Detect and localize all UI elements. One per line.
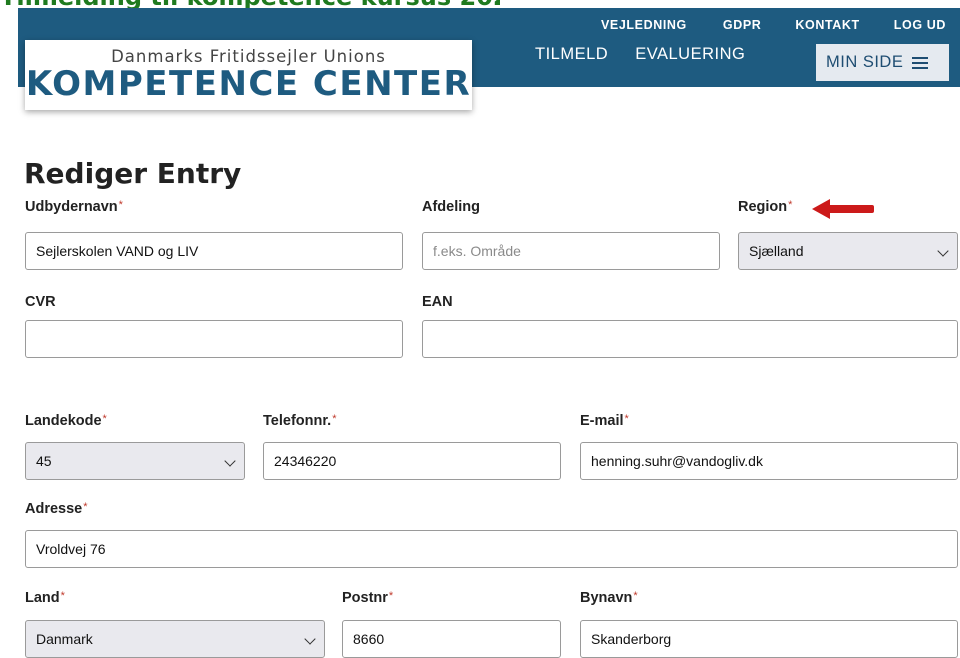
required-marker: *: [388, 590, 394, 602]
udbydernavn-label: Udbydernavn*: [25, 199, 123, 215]
logo-title: KOMPETENCE CENTER: [25, 64, 472, 104]
chevron-down-icon: [937, 245, 949, 257]
postnr-input[interactable]: 8660: [342, 620, 561, 658]
required-marker: *: [102, 413, 107, 425]
landekode-label: Landekode*: [25, 413, 107, 429]
chevron-down-icon: [304, 633, 316, 645]
email-input[interactable]: henning.suhr@vandogliv.dk: [580, 442, 958, 480]
utility-nav: VEJLEDNING GDPR KONTAKT LOG UD: [601, 18, 946, 32]
cut-off-heading: Tilmelding til kompetence kursus 2024: [0, 0, 500, 8]
region-value: Sjælland: [749, 243, 804, 259]
required-marker: *: [118, 199, 123, 211]
min-side-button[interactable]: MIN SIDE: [816, 44, 949, 81]
cvr-label: CVR: [25, 294, 56, 310]
nav-gdpr[interactable]: GDPR: [723, 18, 762, 32]
required-marker: *: [633, 590, 638, 602]
nav-kontakt[interactable]: KONTAKT: [795, 18, 859, 32]
nav-evaluering[interactable]: EVALUERING: [635, 45, 745, 64]
hamburger-menu-icon: [912, 54, 929, 72]
region-label: Region*: [738, 199, 793, 215]
landekode-value: 45: [36, 453, 52, 469]
land-label: Land*: [25, 590, 65, 606]
bynavn-input[interactable]: Skanderborg: [580, 620, 958, 658]
nav-log-ud[interactable]: LOG UD: [894, 18, 946, 32]
land-select[interactable]: Danmark: [25, 620, 325, 658]
land-value: Danmark: [36, 631, 93, 647]
region-select[interactable]: Sjælland: [738, 232, 958, 270]
required-marker: *: [624, 413, 629, 425]
afdeling-input[interactable]: f.eks. Område: [422, 232, 720, 270]
email-label: E-mail*: [580, 413, 629, 429]
telefon-input[interactable]: 24346220: [263, 442, 561, 480]
adresse-input[interactable]: Vroldvej 76: [25, 530, 958, 568]
cvr-input[interactable]: [25, 320, 403, 358]
page-title: Rediger Entry: [24, 157, 242, 190]
ean-input[interactable]: [422, 320, 958, 358]
landekode-select[interactable]: 45: [25, 442, 245, 480]
telefon-label: Telefonnr.*: [263, 413, 337, 429]
required-marker: *: [60, 590, 65, 602]
adresse-label: Adresse*: [25, 501, 88, 517]
site-logo[interactable]: Danmarks Fritidssejler Unions KOMPETENCE…: [25, 40, 472, 110]
required-marker: *: [83, 501, 88, 513]
nav-tilmeld[interactable]: TILMELD: [535, 45, 608, 64]
required-marker: *: [332, 413, 337, 425]
postnr-label: Postnr*: [342, 590, 394, 606]
afdeling-label: Afdeling: [422, 199, 480, 215]
ean-label: EAN: [422, 294, 453, 310]
nav-vejledning[interactable]: VEJLEDNING: [601, 18, 687, 32]
min-side-label: MIN SIDE: [826, 53, 904, 71]
main-nav: TILMELD EVALUERING: [535, 45, 745, 64]
udbydernavn-input[interactable]: Sejlerskolen VAND og LIV: [25, 232, 403, 270]
required-marker: *: [788, 199, 793, 211]
bynavn-label: Bynavn*: [580, 590, 638, 606]
chevron-down-icon: [224, 455, 236, 467]
red-arrow-icon: [812, 199, 874, 219]
